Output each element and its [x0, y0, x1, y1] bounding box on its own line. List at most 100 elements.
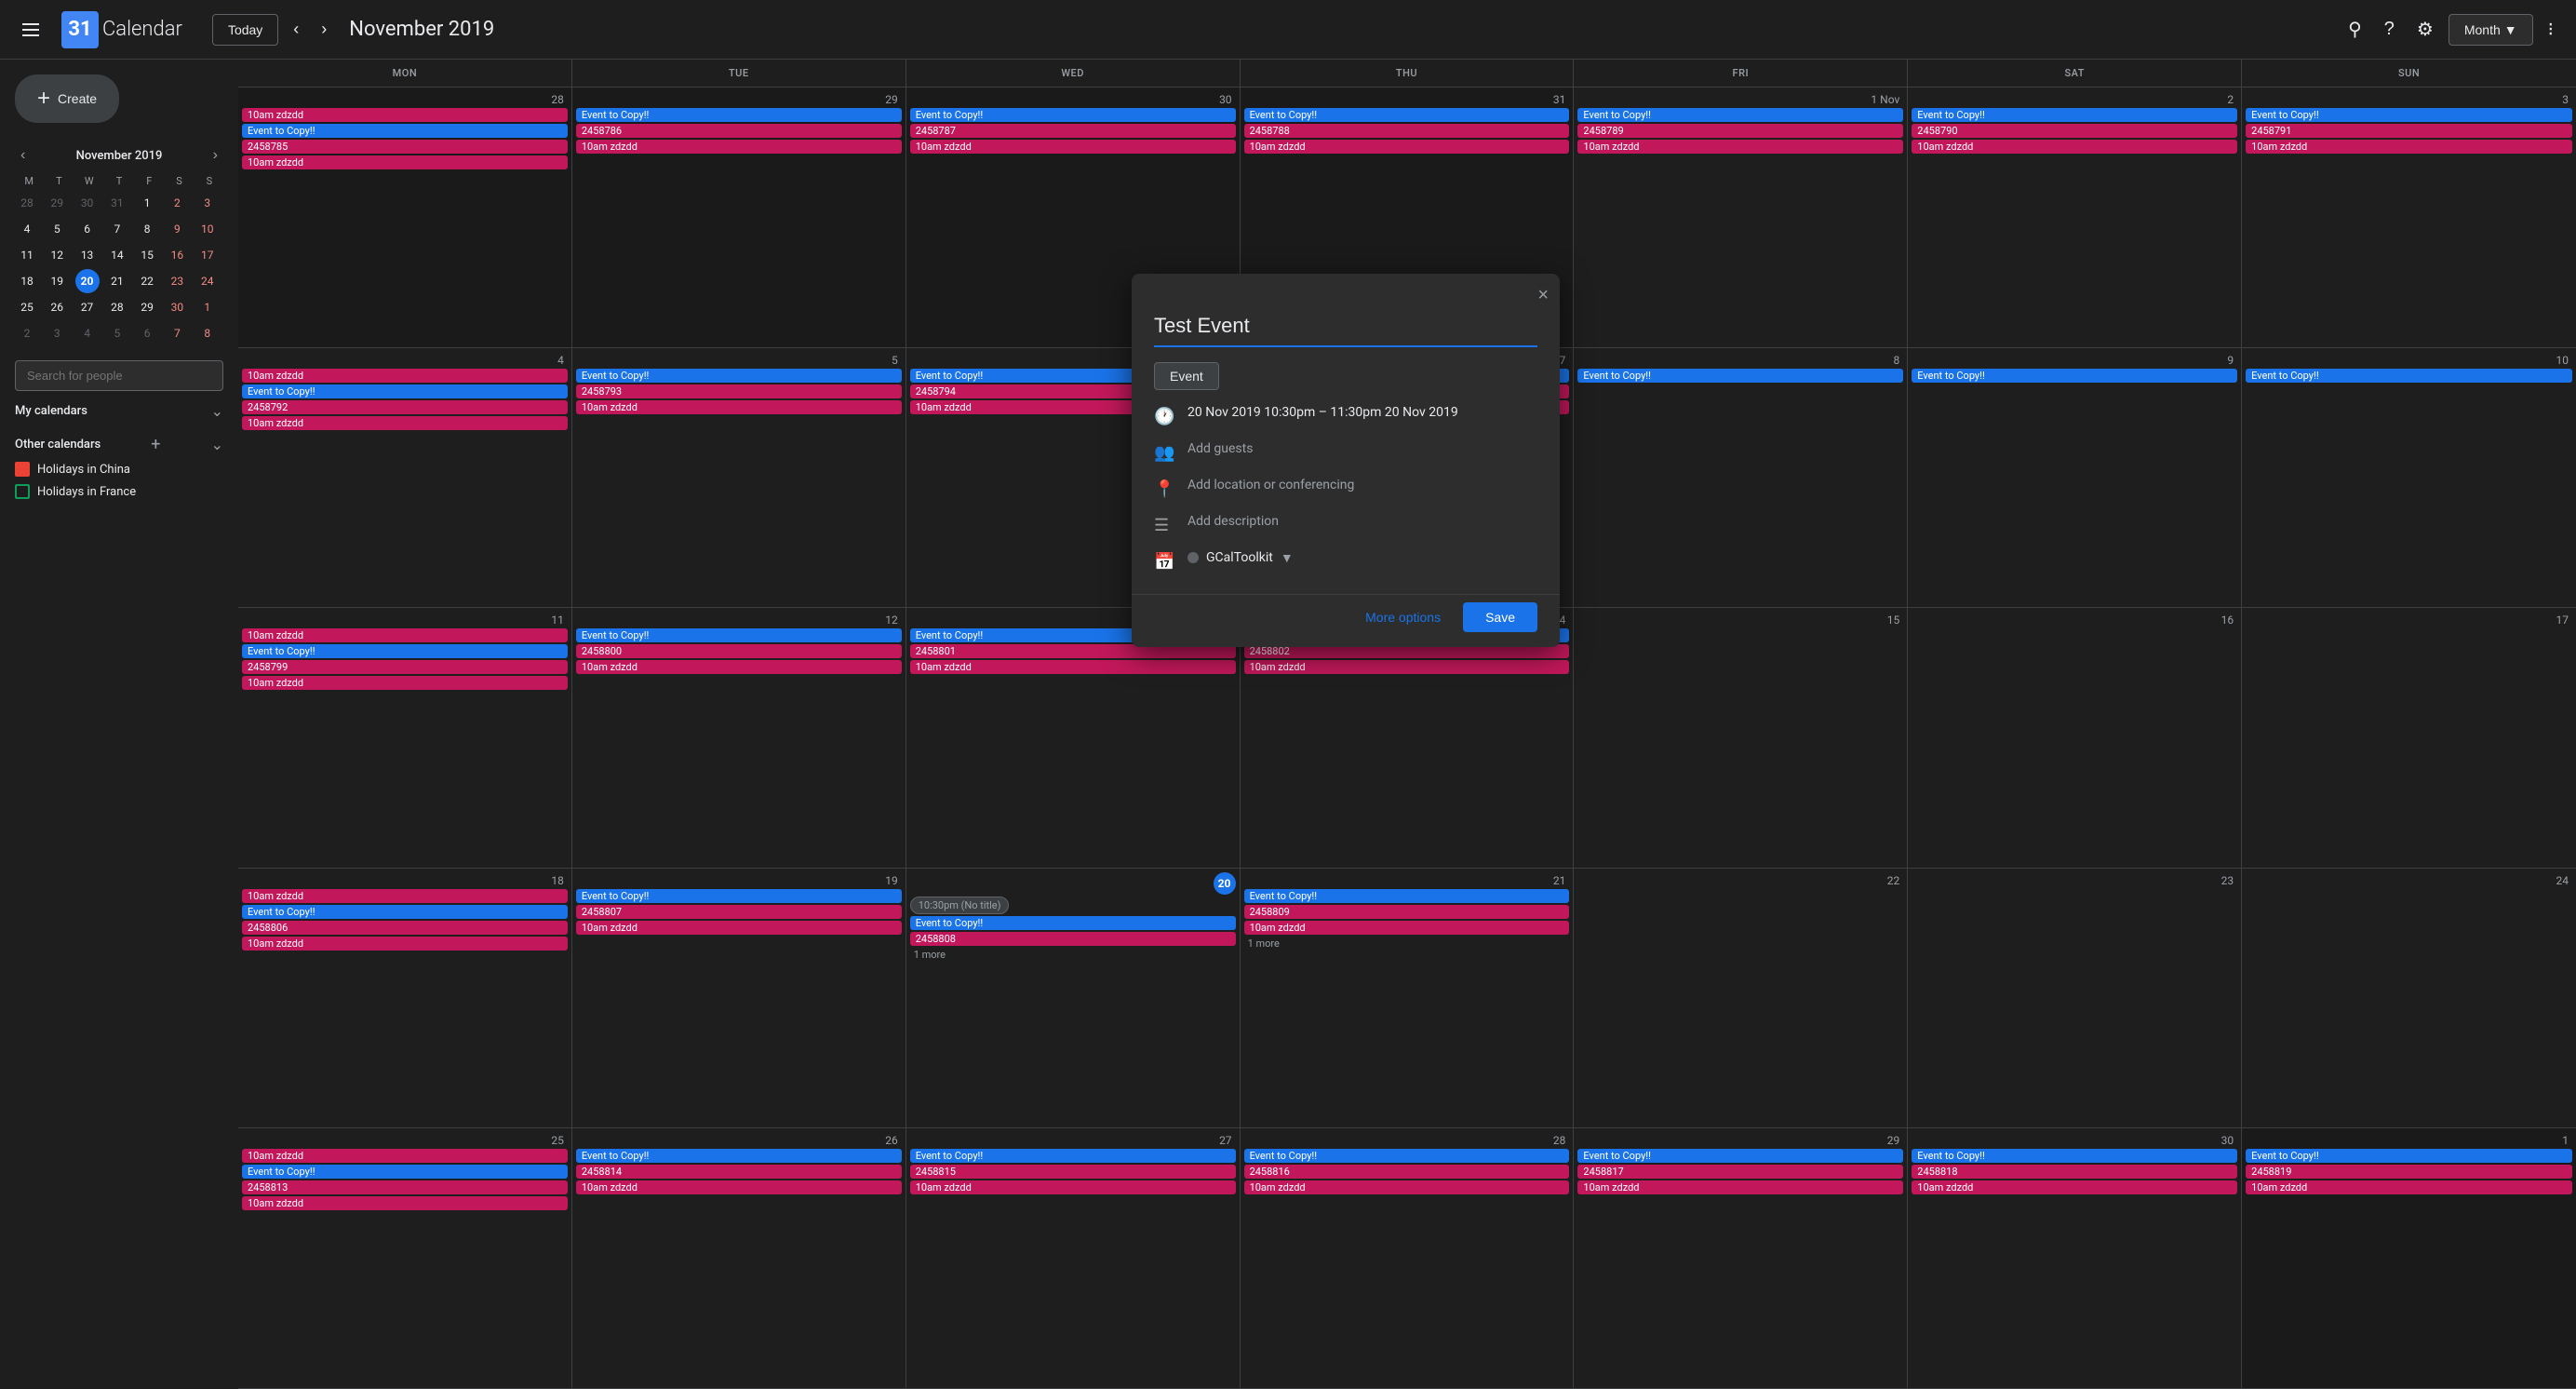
event-pill[interactable]: 10am zdzdd: [242, 1196, 568, 1210]
calendar-cell[interactable]: 1810am zdzddEvent to Copy!!245880610am z…: [238, 869, 572, 1129]
mini-day[interactable]: 15: [135, 243, 159, 267]
china-checkbox[interactable]: [15, 462, 30, 477]
calendar-item-china[interactable]: Holidays in China: [7, 458, 231, 480]
event-pill[interactable]: Event to Copy!!: [1244, 1149, 1570, 1163]
mini-day[interactable]: 5: [45, 217, 69, 241]
no-title-event[interactable]: 10:30pm (No title): [910, 897, 1010, 914]
event-pill[interactable]: 10am zdzdd: [2246, 1180, 2572, 1194]
event-pill[interactable]: Event to Copy!!: [242, 124, 568, 138]
event-pill[interactable]: 2458799: [242, 660, 568, 674]
event-pill[interactable]: Event to Copy!!: [910, 108, 1236, 122]
event-pill[interactable]: Event to Copy!!: [1577, 108, 1903, 122]
mini-day[interactable]: 16: [165, 243, 189, 267]
mini-day[interactable]: 14: [105, 243, 129, 267]
mini-day[interactable]: 1: [195, 295, 220, 319]
event-pill[interactable]: 2458816: [1244, 1165, 1570, 1179]
calendar-cell[interactable]: 1110am zdzddEvent to Copy!!245879910am z…: [238, 608, 572, 869]
calendar-cell[interactable]: 26Event to Copy!!245881410am zdzdd: [572, 1128, 906, 1389]
add-location-field[interactable]: Add location or conferencing: [1187, 478, 1354, 492]
mini-day[interactable]: 1: [135, 191, 159, 215]
settings-button[interactable]: ⚙: [2409, 10, 2441, 48]
event-pill[interactable]: Event to Copy!!: [910, 1149, 1236, 1163]
event-pill[interactable]: 10am zdzdd: [1244, 921, 1570, 935]
add-guests-field[interactable]: Add guests: [1187, 441, 1253, 456]
calendar-cell[interactable]: 14Event to Copy!!245880210am zdzdd: [1241, 608, 1575, 869]
event-pill[interactable]: 10am zdzdd: [242, 628, 568, 642]
calendar-cell[interactable]: 16: [1908, 608, 2242, 869]
help-button[interactable]: ?: [2377, 11, 2402, 47]
event-pill[interactable]: 2458800: [576, 644, 902, 658]
calendar-cell[interactable]: 24: [2242, 869, 2576, 1129]
event-pill[interactable]: Event to Copy!!: [576, 889, 902, 903]
calendar-cell[interactable]: 2Event to Copy!!245879010am zdzdd: [1908, 88, 2242, 348]
calendar-cell[interactable]: 1Event to Copy!!245881910am zdzdd: [2242, 1128, 2576, 1389]
event-pill[interactable]: 2458787: [910, 124, 1236, 138]
event-pill[interactable]: 10am zdzdd: [910, 660, 1236, 674]
event-pill[interactable]: 2458809: [1244, 905, 1570, 919]
event-pill[interactable]: 2458817: [1577, 1165, 1903, 1179]
calendar-cell[interactable]: 2510am zdzddEvent to Copy!!245881310am z…: [238, 1128, 572, 1389]
apps-button[interactable]: ⁝: [2541, 10, 2561, 48]
france-checkbox[interactable]: [15, 484, 30, 499]
mini-day[interactable]: 24: [195, 269, 220, 293]
mini-day[interactable]: 30: [75, 191, 100, 215]
event-pill[interactable]: 2458789: [1577, 124, 1903, 138]
calendar-cell[interactable]: 23: [1908, 869, 2242, 1129]
more-options-button[interactable]: More options: [1350, 602, 1456, 632]
mini-day[interactable]: 27: [75, 295, 100, 319]
event-pill[interactable]: 2458786: [576, 124, 902, 138]
mini-day[interactable]: 31: [105, 191, 129, 215]
event-pill[interactable]: 10am zdzdd: [576, 140, 902, 154]
event-pill[interactable]: 2458813: [242, 1180, 568, 1194]
mini-day[interactable]: 17: [195, 243, 220, 267]
mini-day[interactable]: 6: [75, 217, 100, 241]
calendar-cell[interactable]: 15: [1574, 608, 1908, 869]
event-pill[interactable]: 10am zdzdd: [242, 889, 568, 903]
calendar-cell[interactable]: 8Event to Copy!!: [1574, 348, 1908, 609]
mini-day[interactable]: 25: [15, 295, 39, 319]
event-pill[interactable]: 10am zdzdd: [242, 1149, 568, 1163]
mini-day[interactable]: 2: [165, 191, 189, 215]
event-pill[interactable]: Event to Copy!!: [242, 905, 568, 919]
event-pill[interactable]: Event to Copy!!: [2246, 1149, 2572, 1163]
event-pill[interactable]: Event to Copy!!: [242, 384, 568, 398]
event-pill[interactable]: Event to Copy!!: [1912, 1149, 2237, 1163]
other-calendars-header[interactable]: Other calendars + ⌄: [7, 431, 231, 458]
event-pill[interactable]: 2458792: [242, 400, 568, 414]
event-pill[interactable]: Event to Copy!!: [1912, 108, 2237, 122]
calendar-cell[interactable]: 29Event to Copy!!245881710am zdzdd: [1574, 1128, 1908, 1389]
event-pill[interactable]: 2458788: [1244, 124, 1570, 138]
calendar-cell[interactable]: 27Event to Copy!!245881510am zdzdd: [906, 1128, 1241, 1389]
mini-day[interactable]: 3: [195, 191, 220, 215]
calendar-cell[interactable]: 30Event to Copy!!245881810am zdzdd: [1908, 1128, 2242, 1389]
mini-next-button[interactable]: ›: [208, 145, 223, 166]
mini-day[interactable]: 21: [105, 269, 129, 293]
search-button[interactable]: ⚲: [2341, 10, 2369, 48]
event-pill[interactable]: Event to Copy!!: [1244, 889, 1570, 903]
mini-day[interactable]: 8: [195, 321, 220, 345]
calendar-cell[interactable]: 2010:30pm (No title)Event to Copy!!24588…: [906, 869, 1241, 1129]
mini-day[interactable]: 4: [75, 321, 100, 345]
event-pill[interactable]: 10am zdzdd: [1577, 140, 1903, 154]
event-type-button[interactable]: Event: [1154, 362, 1219, 390]
mini-day[interactable]: 2: [15, 321, 39, 345]
event-pill[interactable]: 10am zdzdd: [910, 140, 1236, 154]
calendar-cell[interactable]: 10Event to Copy!!: [2242, 348, 2576, 609]
more-events-link[interactable]: 1 more: [910, 948, 1236, 962]
event-pill[interactable]: 10am zdzdd: [1912, 140, 2237, 154]
calendar-dropdown-button[interactable]: ▼: [1281, 550, 1294, 565]
event-pill[interactable]: 2458808: [910, 932, 1236, 946]
event-pill[interactable]: Event to Copy!!: [2246, 108, 2572, 122]
search-people-input[interactable]: [15, 360, 223, 391]
mini-day[interactable]: 22: [135, 269, 159, 293]
mini-day[interactable]: 29: [45, 191, 69, 215]
event-pill[interactable]: Event to Copy!!: [242, 644, 568, 658]
calendar-cell[interactable]: 1 NovEvent to Copy!!245878910am zdzdd: [1574, 88, 1908, 348]
event-pill[interactable]: 10am zdzdd: [242, 108, 568, 122]
mini-day[interactable]: 12: [45, 243, 69, 267]
event-pill[interactable]: 2458815: [910, 1165, 1236, 1179]
mini-day[interactable]: 7: [165, 321, 189, 345]
event-pill[interactable]: 2458791: [2246, 124, 2572, 138]
calendar-cell[interactable]: 17: [2242, 608, 2576, 869]
event-pill[interactable]: 2458793: [576, 384, 902, 398]
